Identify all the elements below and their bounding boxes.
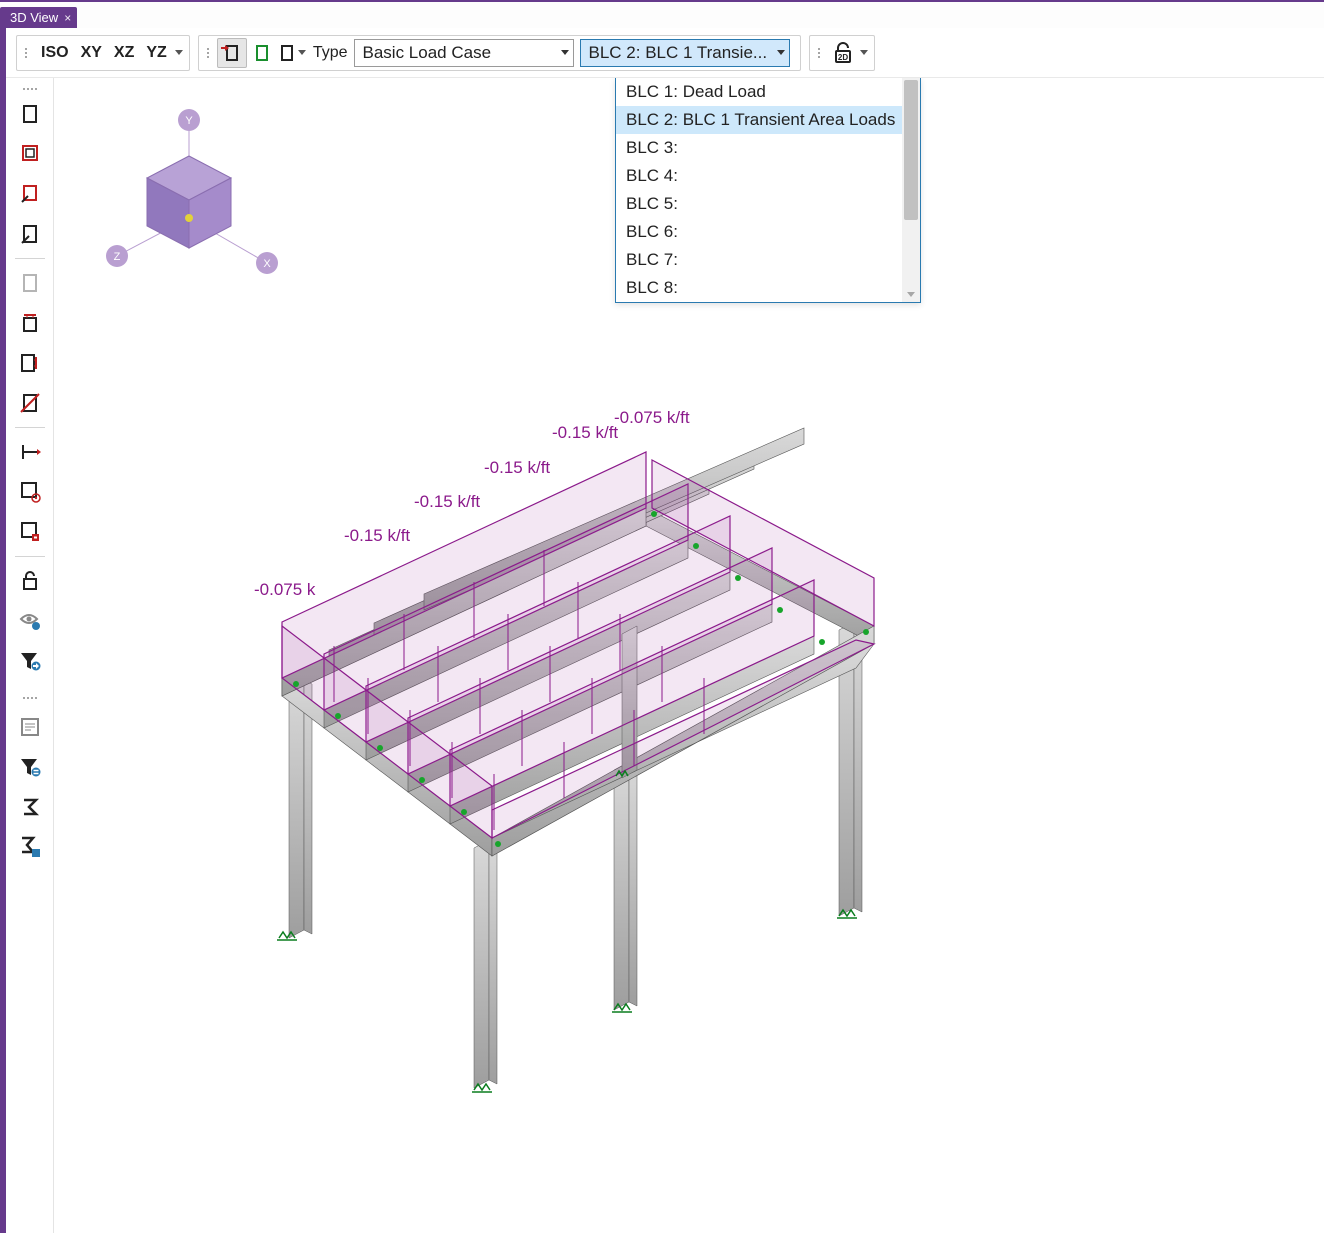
grip-icon[interactable] (203, 48, 213, 58)
sum-blue-icon-button[interactable] (12, 829, 48, 865)
left-toolbar (6, 78, 54, 1233)
structural-model (174, 378, 1074, 1158)
view-more-dropdown[interactable] (173, 50, 185, 55)
view-xz-button[interactable]: XZ (108, 42, 140, 64)
filter-apply-icon-button[interactable] (12, 643, 48, 679)
load-frame-icon-button[interactable] (12, 305, 48, 341)
top-toolbar: ISO XY XZ YZ (6, 28, 1324, 78)
load-type-combo[interactable]: Basic Load Case (354, 39, 574, 67)
axis-y-label: Y (185, 115, 193, 127)
scroll-thumb[interactable] (904, 80, 918, 220)
view-xy-button[interactable]: XY (75, 42, 108, 64)
chevron-down-icon (777, 50, 785, 55)
dimension-icon-button[interactable] (12, 434, 48, 470)
frame-diag-icon-button[interactable] (12, 216, 48, 252)
delete-frame-icon-button[interactable] (12, 514, 48, 550)
close-icon[interactable]: × (64, 11, 71, 25)
sum-icon-button[interactable] (12, 789, 48, 825)
grip-icon[interactable] (21, 48, 31, 58)
view-iso-button[interactable]: ISO (35, 42, 75, 64)
load-value-label: -0.15 k/ft (484, 458, 550, 478)
grip-icon[interactable] (6, 84, 53, 94)
chevron-down-icon (860, 50, 868, 55)
grip-icon[interactable] (814, 48, 824, 58)
chevron-down-icon (298, 50, 306, 55)
orientation-cube[interactable]: Y X Z (89, 98, 289, 298)
lock-group: 2D (809, 35, 875, 71)
chevron-down-icon (175, 50, 183, 55)
settings-frame-icon-button[interactable] (12, 474, 48, 510)
load-case-combo-value: BLC 2: BLC 1 Transie... (589, 43, 768, 63)
load-case-combo[interactable]: BLC 2: BLC 1 Transie... (580, 39, 790, 67)
load-value-label: -0.15 k/ft (414, 492, 480, 512)
load-frame-side-icon-button[interactable] (12, 345, 48, 381)
load-value-label: -0.075 k/ft (614, 408, 690, 428)
load-case-option[interactable]: BLC 2: BLC 1 Transient Area Loads (616, 106, 920, 134)
view-yz-button[interactable]: YZ (140, 42, 172, 64)
load-value-label: -0.075 k (254, 580, 315, 600)
axis-z-label: Z (114, 251, 121, 263)
frame-icon-button[interactable] (12, 96, 48, 132)
visibility-icon-button[interactable] (12, 603, 48, 639)
scrollbar[interactable] (902, 78, 920, 302)
axis-x-label: X (263, 258, 271, 270)
tab-3d-view[interactable]: 3D View × (0, 7, 77, 28)
load-case-option[interactable]: BLC 4: (616, 162, 920, 190)
load-case-option[interactable]: BLC 7: (616, 246, 920, 274)
unlock-icon-button[interactable] (12, 563, 48, 599)
load-case-option[interactable]: BLC 3: (616, 134, 920, 162)
member-loads-icon-button[interactable] (247, 38, 277, 68)
grip-icon[interactable] (6, 693, 53, 703)
load-value-label: -0.15 k/ft (344, 526, 410, 546)
frame-arrow-icon-button[interactable] (12, 176, 48, 212)
load-case-dropdown[interactable]: BLC 1: Dead LoadBLC 2: BLC 1 Transient A… (615, 78, 921, 303)
lock-more-dropdown[interactable] (858, 50, 870, 55)
load-case-option[interactable]: BLC 6: (616, 218, 920, 246)
lock-2d-label: 2D (837, 53, 847, 62)
lock-2d-icon-button[interactable]: 2D (828, 38, 858, 68)
load-style-icon-button[interactable] (277, 38, 307, 68)
scroll-down-icon[interactable] (902, 286, 920, 302)
notes-icon-button[interactable] (12, 709, 48, 745)
type-label: Type (307, 44, 354, 62)
tab-title: 3D View (10, 10, 58, 25)
view-orientation-group: ISO XY XZ YZ (16, 35, 190, 71)
load-case-option[interactable]: BLC 1: Dead Load (616, 78, 920, 106)
load-case-option[interactable]: BLC 5: (616, 190, 920, 218)
model-canvas[interactable]: Y X Z (54, 78, 1324, 1233)
load-case-option[interactable]: BLC 8: (616, 274, 920, 302)
load-type-combo-value: Basic Load Case (363, 43, 492, 63)
filter-equals-icon-button[interactable] (12, 749, 48, 785)
applied-loads-icon-button[interactable] (217, 38, 247, 68)
frame-red-icon-button[interactable] (12, 136, 48, 172)
grey-frame-icon-button[interactable] (12, 265, 48, 301)
chevron-down-icon (561, 50, 569, 55)
load-display-group: Type Basic Load Case BLC 2: BLC 1 Transi… (198, 35, 801, 71)
load-value-label: -0.15 k/ft (552, 423, 618, 443)
frame-slash-icon-button[interactable] (12, 385, 48, 421)
